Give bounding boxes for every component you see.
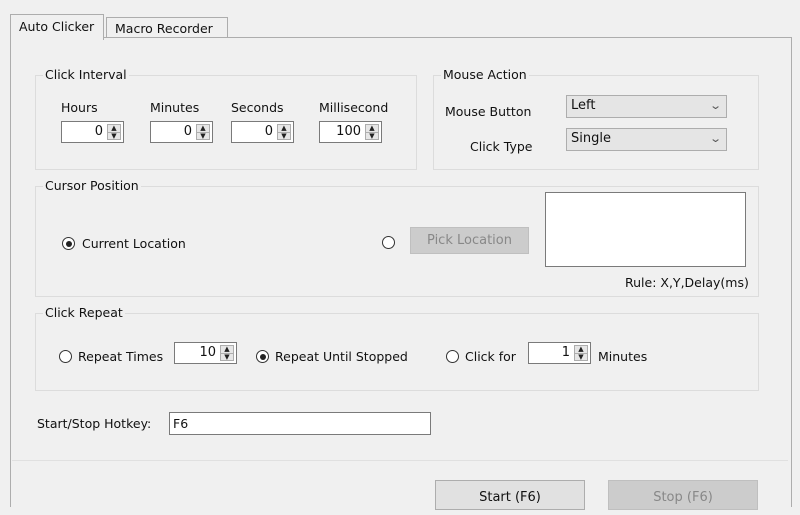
selected-value: Left	[571, 98, 596, 113]
current-location-radio[interactable]	[62, 237, 75, 250]
current-location-label[interactable]: Current Location	[82, 236, 186, 251]
repeat-times-radio[interactable]	[59, 350, 72, 363]
group-title: Click Repeat	[43, 305, 125, 320]
spin-down-icon[interactable]: ▼	[108, 132, 120, 140]
millisecond-spinbox[interactable]: 100 ▲ ▼	[319, 121, 382, 143]
button-label: Start (F6)	[479, 490, 541, 505]
click-for-label[interactable]: Click for	[465, 349, 516, 364]
spin-down-icon[interactable]: ▼	[221, 353, 233, 361]
spin-up-icon[interactable]: ▲	[575, 346, 587, 353]
spin-down-icon[interactable]: ▼	[366, 132, 378, 140]
pick-location-radio[interactable]	[382, 236, 395, 249]
tab-macro-recorder[interactable]: Macro Recorder	[106, 17, 228, 39]
hotkey-input[interactable]: F6	[169, 412, 431, 435]
spin-up-icon[interactable]: ▲	[108, 125, 120, 132]
spin-up-icon[interactable]: ▲	[278, 125, 290, 132]
spin-up-icon[interactable]: ▲	[197, 125, 209, 132]
mouse-action-group: Mouse Action	[433, 67, 759, 170]
hotkey-label: Start/Stop Hotkey:	[37, 416, 152, 431]
pick-location-button[interactable]: Pick Location	[410, 227, 529, 254]
tab-label: Auto Clicker	[19, 19, 95, 34]
spin-value: 0	[94, 124, 103, 139]
chevron-down-icon: ⌄	[708, 132, 722, 145]
divider	[12, 460, 788, 461]
group-title: Mouse Action	[441, 67, 529, 82]
click-type-select[interactable]: Single ⌄	[566, 128, 727, 151]
seconds-spinbox[interactable]: 0 ▲ ▼	[231, 121, 294, 143]
tab-label: Macro Recorder	[115, 21, 213, 36]
spin-down-icon[interactable]: ▼	[278, 132, 290, 140]
minutes-unit-label: Minutes	[598, 349, 648, 364]
button-label: Pick Location	[427, 233, 512, 248]
millisecond-label: Millisecond	[319, 100, 389, 115]
chevron-down-icon: ⌄	[708, 99, 722, 112]
spin-value: 10	[199, 345, 216, 360]
hotkey-value: F6	[173, 416, 189, 431]
hours-label: Hours	[61, 100, 98, 115]
spin-value: 0	[264, 124, 273, 139]
coordinates-textarea[interactable]	[545, 192, 746, 267]
spin-down-icon[interactable]: ▼	[575, 353, 587, 361]
spin-down-icon[interactable]: ▼	[197, 132, 209, 140]
spin-value: 100	[336, 124, 361, 139]
click-for-spinbox[interactable]: 1 ▲ ▼	[528, 342, 591, 364]
start-button[interactable]: Start (F6)	[435, 480, 585, 510]
click-for-radio[interactable]	[446, 350, 459, 363]
minutes-spinbox[interactable]: 0 ▲ ▼	[150, 121, 213, 143]
group-title: Cursor Position	[43, 178, 141, 193]
repeat-until-stopped-radio[interactable]	[256, 350, 269, 363]
stop-button[interactable]: Stop (F6)	[608, 480, 758, 510]
mouse-button-select[interactable]: Left ⌄	[566, 95, 727, 118]
spin-value: 0	[183, 124, 192, 139]
mouse-button-label: Mouse Button	[445, 104, 532, 119]
spin-up-icon[interactable]: ▲	[221, 346, 233, 353]
hours-spinbox[interactable]: 0 ▲ ▼	[61, 121, 124, 143]
minutes-label: Minutes	[150, 100, 200, 115]
button-label: Stop (F6)	[653, 490, 713, 505]
rule-hint: Rule: X,Y,Delay(ms)	[625, 275, 749, 290]
tab-auto-clicker[interactable]: Auto Clicker	[10, 14, 104, 40]
selected-value: Single	[571, 131, 611, 146]
spin-up-icon[interactable]: ▲	[366, 125, 378, 132]
seconds-label: Seconds	[231, 100, 284, 115]
repeat-times-spinbox[interactable]: 10 ▲ ▼	[174, 342, 237, 364]
group-title: Click Interval	[43, 67, 129, 82]
repeat-times-label[interactable]: Repeat Times	[78, 349, 163, 364]
repeat-until-stopped-label[interactable]: Repeat Until Stopped	[275, 349, 408, 364]
click-type-label: Click Type	[470, 139, 533, 154]
spin-value: 1	[561, 345, 570, 360]
